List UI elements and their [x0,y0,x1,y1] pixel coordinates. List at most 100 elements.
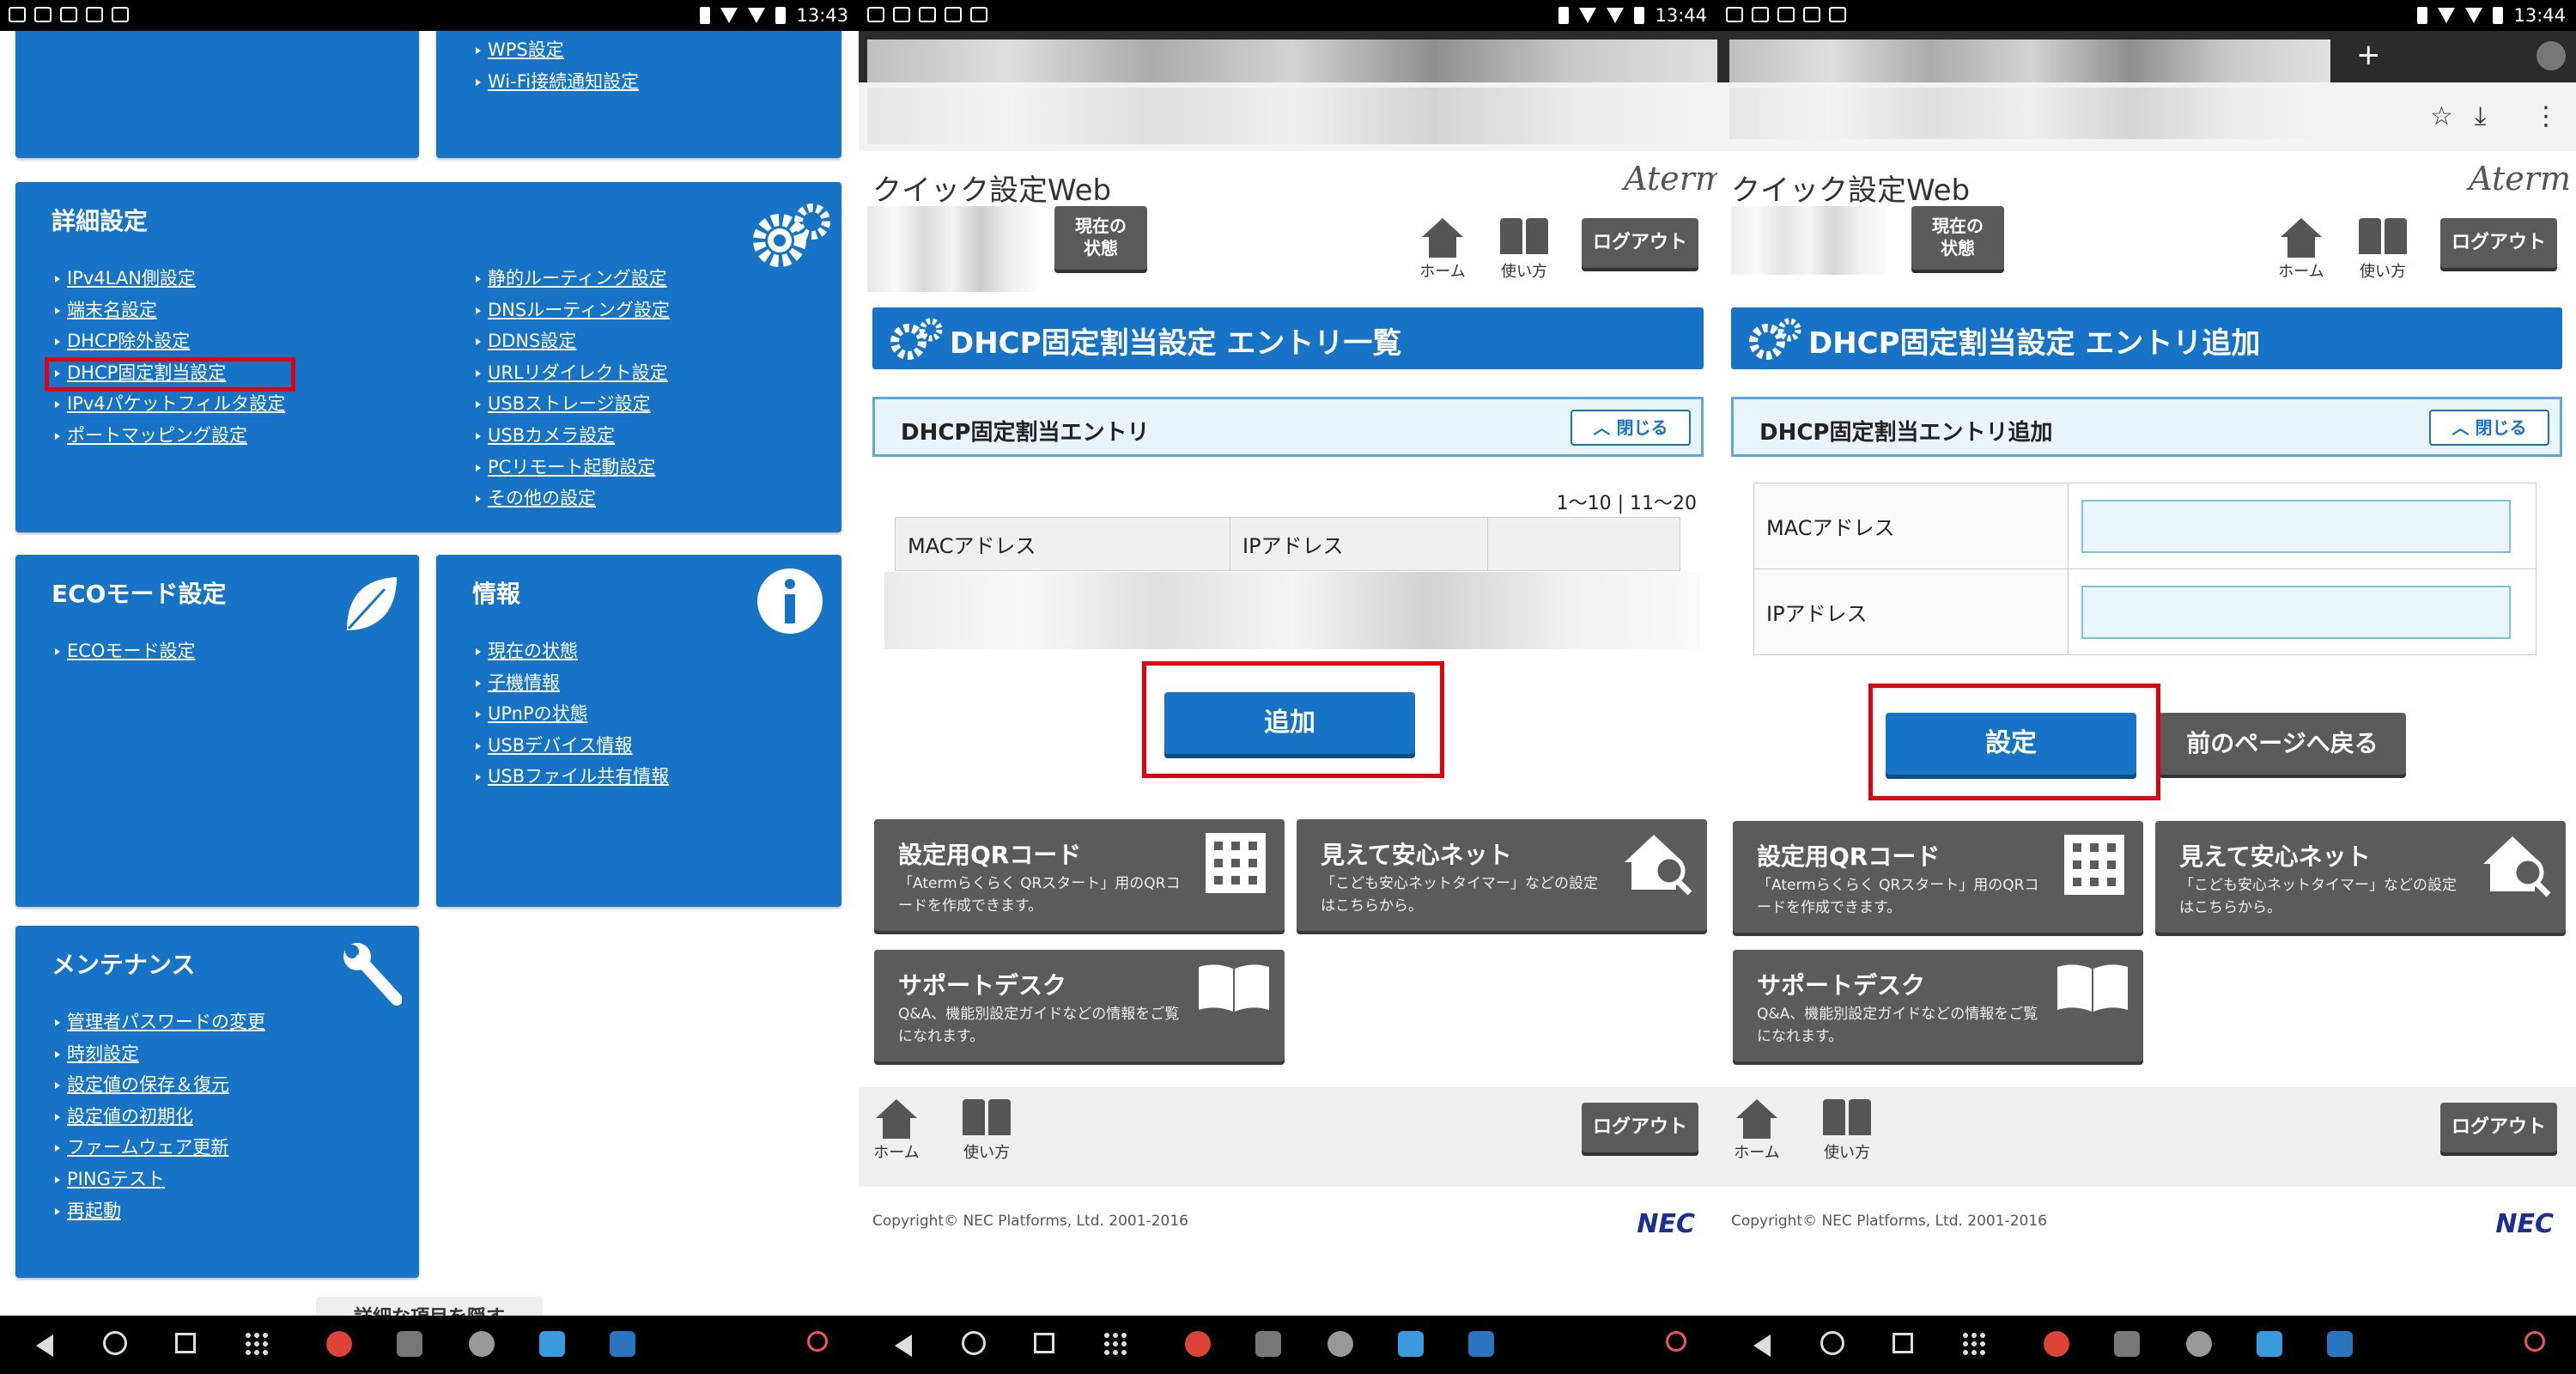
incognito-icon[interactable] [2537,41,2566,70]
link-url-redirect[interactable]: URLリダイレクト設定 [471,357,670,389]
link-ipv4-filter[interactable]: IPv4パケットフィルタ設定 [50,388,285,420]
link-ipv4lan[interactable]: IPv4LAN側設定 [50,263,285,295]
recents-icon[interactable] [1034,1333,1054,1353]
chrome-icon[interactable] [326,1331,352,1357]
home-nav-icon[interactable] [962,1331,986,1355]
link-port-mapping[interactable]: ポートマッピング設定 [50,420,285,452]
current-status-button[interactable]: 現在の 状態 [1054,206,1147,270]
qr-code-icon [2064,835,2124,895]
usb-icon [970,7,987,22]
link-hostname[interactable]: 端末名設定 [50,295,285,326]
logout-button[interactable]: ログアウト [1582,1103,1698,1152]
home-nav-icon[interactable] [103,1331,127,1355]
page-heading-bar: DHCP固定割当設定 エントリ一覧 [872,307,1704,369]
menu-icon[interactable]: ⋮ [2533,101,2559,131]
mail-icon [1752,7,1769,22]
link-dns-routing[interactable]: DNSルーティング設定 [471,295,670,326]
tile-support-desk[interactable]: サポートデスク Q&A、機能別設定ガイドなどの情報をご覧 になれます。 [874,950,1285,1061]
link-ddns[interactable]: DDNS設定 [471,325,670,357]
link-static-routing[interactable]: 静的ルーティング設定 [471,263,670,295]
link-pc-remote[interactable]: PCリモート起動設定 [471,452,670,483]
redacted-device-image [1731,206,1886,275]
highlight-box [1868,684,2160,800]
tile-safe-net[interactable]: 見えて安心ネット 「こども安心ネットタイマー」などの設定 はこちらから。 [1297,819,1707,931]
app-icon[interactable] [397,1331,422,1357]
link-firmware[interactable]: ファームウェア更新 [50,1132,265,1164]
howto-button[interactable]: 使い方 [957,1099,1017,1163]
app-icon[interactable] [2114,1331,2140,1357]
wifi-icon [720,8,738,23]
logout-button[interactable]: ログアウト [1582,218,1698,268]
chrome-icon[interactable] [2044,1331,2069,1357]
link-backup[interactable]: 設定値の保存＆復元 [50,1069,265,1101]
tile-safe-net[interactable]: 見えて安心ネット 「こども安心ネットタイマー」などの設定 はこちらから。 [2155,821,2566,933]
back-button[interactable]: 前のページへ戻る [2159,713,2406,775]
howto-button[interactable]: 使い方 [2353,218,2413,282]
link-admin-password[interactable]: 管理者パスワードの変更 [50,1006,265,1038]
link-usb-device[interactable]: USBデバイス情報 [471,730,669,762]
gear-icon [753,204,830,267]
link-upnp-status[interactable]: UPnPの状態 [471,698,669,730]
home-nav-icon[interactable] [1820,1331,1844,1355]
app-icon[interactable] [539,1331,565,1357]
mac-address-input[interactable] [2081,500,2511,553]
home-button[interactable]: ホーム [1731,1099,1783,1163]
tile-qr-code[interactable]: 設定用QRコード 「Atermらくらく QRスタート」用のQRコ ードを作成できま… [1733,821,2143,933]
gear-icon [890,318,943,360]
home-button[interactable]: ホーム [871,1099,922,1163]
home-button[interactable]: ホーム [1417,218,1468,282]
settings-icon[interactable] [1327,1331,1353,1357]
app-icon[interactable] [1468,1331,1494,1357]
logout-button[interactable]: ログアウト [2440,218,2557,268]
close-button[interactable]: ︿ 閉じる [1571,410,1691,446]
recents-icon[interactable] [1893,1333,1913,1353]
recents-icon[interactable] [175,1333,196,1353]
link-current-status[interactable]: 現在の状態 [471,635,669,667]
link-ping[interactable]: PINGテスト [50,1164,265,1195]
close-button[interactable]: ︿ 閉じる [2429,410,2549,446]
back-icon[interactable] [895,1334,912,1357]
apps-icon[interactable] [1103,1331,1127,1355]
app-icon[interactable] [1255,1331,1281,1357]
back-icon[interactable] [1753,1334,1771,1357]
home-button[interactable]: ホーム [2275,218,2327,282]
link-client-info[interactable]: 子機情報 [471,667,669,699]
back-icon[interactable] [36,1334,53,1357]
image-icon [1777,7,1795,22]
link-wps[interactable]: WPS設定 [471,34,639,66]
ip-address-input[interactable] [2081,586,2511,639]
app-icon[interactable] [2327,1331,2353,1357]
link-usb-share[interactable]: USBファイル共有情報 [471,761,669,793]
logout-button[interactable]: ログアウト [2440,1103,2557,1152]
apps-icon[interactable] [244,1331,268,1355]
link-usb-storage[interactable]: USBストレージ設定 [471,388,670,420]
howto-button[interactable]: 使い方 [1494,218,1554,282]
tile-desc: 「こども安心ネットタイマー」などの設定 はこちらから。 [2179,877,2457,916]
link-time[interactable]: 時刻設定 [50,1038,265,1070]
tile-support-desk[interactable]: サポートデスク Q&A、機能別設定ガイドなどの情報をご覧 になれます。 [1733,950,2143,1061]
tile-qr-code[interactable]: 設定用QRコード 「Atermらくらく QRスタート」用のQRコ ードを作成できま… [874,819,1285,931]
app-icon[interactable] [1398,1331,1424,1357]
star-icon[interactable]: ☆ [2430,101,2453,131]
chrome-icon[interactable] [1185,1331,1211,1357]
card-title: メンテナンス [52,951,196,979]
hide-details-button[interactable]: 詳細な項目を隠す [316,1297,543,1316]
download-icon[interactable]: ⤓ [2475,101,2486,131]
howto-button[interactable]: 使い方 [1817,1099,1877,1163]
link-reset[interactable]: 設定値の初期化 [50,1101,265,1133]
app-icon[interactable] [610,1331,635,1357]
new-tab-button[interactable]: + [2356,38,2381,72]
settings-icon[interactable] [2186,1331,2212,1357]
app-icon[interactable] [2257,1331,2282,1357]
link-other[interactable]: その他の設定 [471,483,670,514]
apps-icon[interactable] [1961,1331,1985,1355]
link-usb-camera[interactable]: USBカメラ設定 [471,420,670,452]
link-reboot[interactable]: 再起動 [50,1195,265,1227]
battery-icon [1634,7,1645,24]
link-wifi-notify[interactable]: Wi-Fi接続通知設定 [471,66,639,98]
link-eco-mode[interactable]: ECOモード設定 [50,635,195,667]
settings-icon[interactable] [469,1331,495,1357]
link-dhcp-exclude[interactable]: DHCP除外設定 [50,325,285,357]
pagination[interactable]: 1〜10 | 11〜20 [1557,488,1697,515]
current-status-button[interactable]: 現在の 状態 [1911,206,2004,270]
